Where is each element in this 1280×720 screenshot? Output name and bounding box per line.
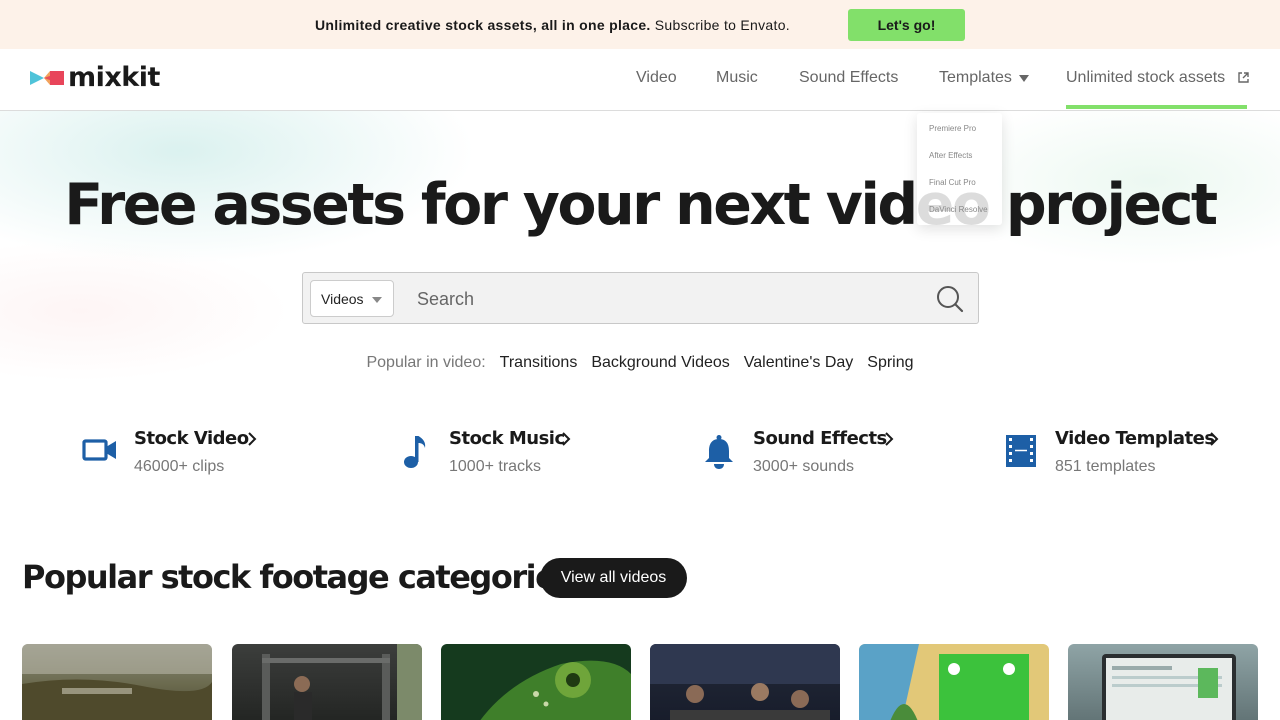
- category-subtitle: 46000+ clips: [134, 458, 225, 475]
- music-note-icon: [404, 436, 426, 468]
- category-stock-music[interactable]: Stock Music 1000+ tracks: [400, 426, 600, 482]
- category-thumbnail-4[interactable]: [650, 644, 840, 720]
- thumbnail-image: [22, 644, 212, 720]
- lets-go-button[interactable]: Let's go!: [847, 8, 965, 41]
- category-thumbnail-2[interactable]: [232, 644, 422, 720]
- nav-unlimited-stock-assets[interactable]: Unlimited stock assets: [1066, 69, 1249, 87]
- category-thumbnail-5[interactable]: [859, 644, 1049, 720]
- search-type-select[interactable]: Videos: [310, 280, 394, 317]
- category-sound-effects[interactable]: Sound Effects 3000+ sounds: [703, 426, 913, 482]
- dropdown-item-final-cut-pro[interactable]: Final Cut Pro: [929, 178, 976, 187]
- thumbnail-image: [650, 644, 840, 720]
- category-stock-video[interactable]: Stock Video 46000+ clips: [82, 426, 282, 482]
- mixkit-logo-mark-icon: [30, 70, 64, 85]
- category-subtitle: 851 templates: [1055, 458, 1156, 475]
- bell-icon: [705, 435, 733, 469]
- section-title: Popular stock footage categories: [22, 558, 574, 596]
- category-title: Sound Effects: [753, 428, 887, 449]
- popular-label: Popular in video:: [366, 354, 486, 371]
- category-video-templates[interactable]: Video Templates 851 templates: [1005, 426, 1235, 482]
- category-subtitle: 1000+ tracks: [449, 458, 542, 475]
- search-input[interactable]: [417, 287, 917, 311]
- select-caret-icon: [372, 297, 382, 303]
- nav-video[interactable]: Video: [636, 69, 677, 87]
- thumbnail-image: [480, 660, 631, 720]
- category-subtitle: 3000+ sounds: [753, 458, 854, 475]
- promo-text: Unlimited creative stock assets, all in …: [315, 17, 790, 33]
- category-title: Stock Music: [449, 428, 565, 449]
- thumbnail-image: [859, 644, 1029, 720]
- search-icon[interactable]: [936, 285, 964, 313]
- search-bar: Videos: [302, 272, 979, 324]
- popular-link-valentines-day[interactable]: Valentine's Day: [744, 354, 853, 372]
- popular-link-background-videos[interactable]: Background Videos: [591, 354, 729, 372]
- search-type-value: Videos: [321, 290, 364, 307]
- category-thumbnail-1[interactable]: [22, 644, 212, 720]
- chevron-right-icon: [562, 432, 571, 446]
- chevron-right-icon: [248, 432, 257, 446]
- nav-templates-label: Templates: [939, 69, 1012, 86]
- hero-title: Free assets for your next video project: [64, 172, 1218, 238]
- popular-searches: Popular in video: Transitions Background…: [0, 354, 1280, 372]
- site-header: mixkit Video Music Sound Effects Templat…: [0, 49, 1280, 111]
- nav-music[interactable]: Music: [716, 69, 758, 87]
- category-title: Stock Video: [134, 428, 249, 449]
- promo-bold-text: Unlimited creative stock assets, all in …: [315, 16, 651, 33]
- category-thumbnail-6[interactable]: [1068, 644, 1258, 720]
- popular-link-transitions[interactable]: Transitions: [500, 354, 578, 372]
- view-all-videos-button[interactable]: View all videos: [540, 558, 687, 598]
- video-camera-icon: [82, 439, 116, 461]
- thumbnail-image: [1102, 654, 1236, 720]
- popular-link-spring[interactable]: Spring: [867, 354, 913, 372]
- category-thumbnail-3[interactable]: [441, 644, 631, 720]
- external-link-icon: [1237, 72, 1249, 83]
- caret-down-icon: [1019, 74, 1030, 82]
- dropdown-item-premiere-pro[interactable]: Premiere Pro: [929, 124, 976, 133]
- film-strip-icon: [1006, 435, 1036, 467]
- dropdown-item-after-effects[interactable]: After Effects: [929, 151, 972, 160]
- chevron-right-icon: [885, 432, 894, 446]
- chevron-right-icon: [1210, 432, 1219, 446]
- mixkit-logo[interactable]: mixkit: [30, 62, 160, 93]
- promo-banner: Unlimited creative stock assets, all in …: [0, 0, 1280, 49]
- nav-sound-effects[interactable]: Sound Effects: [799, 69, 898, 87]
- nav-templates[interactable]: Templates: [939, 69, 1030, 87]
- nav-active-indicator: [1066, 105, 1247, 109]
- logo-wordmark: mixkit: [68, 62, 160, 93]
- templates-dropdown: Premiere Pro After Effects Final Cut Pro…: [917, 113, 1002, 225]
- promo-subscribe-text: Subscribe to Envato.: [654, 16, 790, 33]
- dropdown-item-davinci-resolve[interactable]: DaVinci Resolve: [929, 205, 988, 214]
- nav-unlimited-label: Unlimited stock assets: [1066, 69, 1226, 86]
- category-title: Video Templates: [1055, 428, 1215, 449]
- thumbnail-image: [262, 644, 422, 720]
